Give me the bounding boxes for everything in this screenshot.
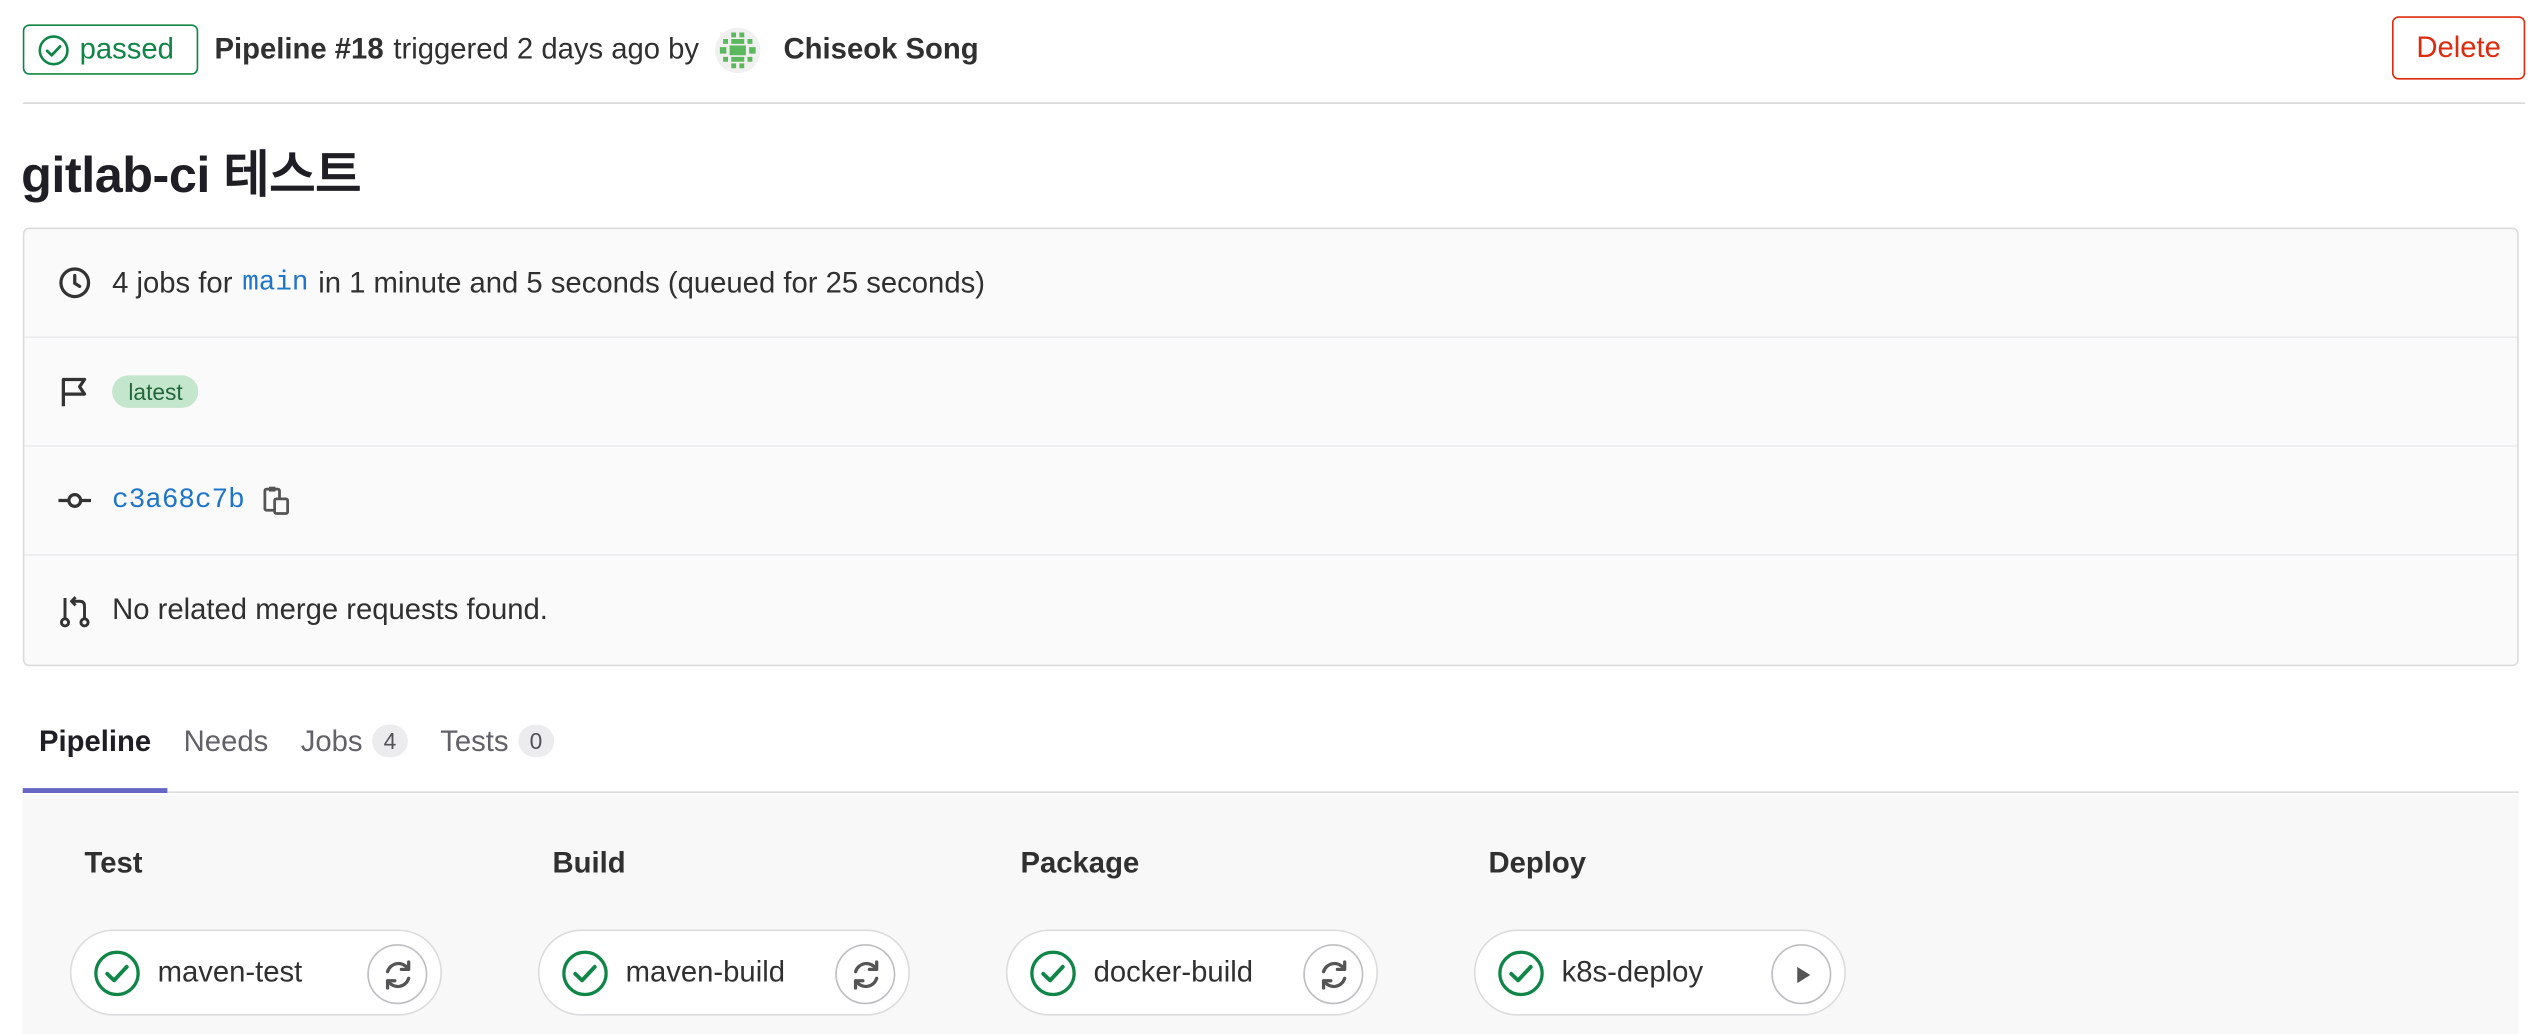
status-badge[interactable]: passed	[22, 24, 199, 75]
flag-icon	[61, 377, 87, 407]
retry-button[interactable]	[835, 944, 896, 1005]
commit-sha-link[interactable]: c3a68c7b	[112, 485, 245, 516]
play-icon	[1796, 966, 1810, 983]
stage-title: Test	[84, 846, 143, 880]
commit-row: c3a68c7b	[24, 447, 2518, 556]
success-status-icon	[1030, 949, 1076, 996]
pipeline-graph: Test maven-test Build maven-build Packag…	[22, 794, 2519, 1034]
stage-deploy: Deploy k8s-deploy	[1427, 795, 1895, 1034]
tab-label: Tests	[440, 723, 509, 757]
stage-test: Test maven-test	[23, 795, 491, 1034]
pipeline-info-card: 4 jobs for main in 1 minute and 5 second…	[22, 227, 2519, 667]
success-status-icon	[94, 949, 140, 996]
stage-build: Build maven-build	[491, 795, 959, 1034]
tab-label: Pipeline	[39, 723, 152, 757]
job-k8s-deploy[interactable]: k8s-deploy	[1473, 929, 1846, 1016]
merge-request-icon	[59, 595, 90, 627]
retry-icon	[853, 959, 878, 989]
retry-button[interactable]	[367, 944, 428, 1005]
copy-icon[interactable]	[261, 484, 290, 517]
tab-needs[interactable]: Needs	[167, 691, 284, 792]
jobs-summary-suffix: in 1 minute and 5 seconds (queued for 25…	[318, 265, 985, 299]
jobs-count-badge: 4	[372, 724, 408, 758]
retry-icon	[1321, 959, 1346, 989]
user-name[interactable]: Chiseok Song	[784, 33, 979, 67]
tab-tests[interactable]: Tests 0	[424, 691, 570, 792]
merge-requests-row: No related merge requests found.	[24, 556, 2517, 665]
tab-jobs[interactable]: Jobs 4	[284, 691, 423, 792]
commit-icon	[58, 493, 91, 508]
page-title: gitlab-ci 테스트	[21, 146, 361, 204]
job-name: docker-build	[1093, 955, 1253, 989]
clock-icon	[59, 267, 91, 299]
pipeline-header: passed Pipeline #18 triggered 2 days ago…	[22, 16, 2526, 104]
pipeline-info: Pipeline #18 triggered 2 days ago by Chi…	[215, 24, 979, 74]
job-maven-test[interactable]: maven-test	[69, 929, 442, 1016]
retry-button[interactable]	[1303, 944, 1364, 1005]
job-name: k8s-deploy	[1561, 955, 1704, 989]
tests-count-badge: 0	[518, 724, 554, 758]
pipeline-tabs: Pipeline Needs Jobs 4 Tests 0	[22, 691, 2519, 793]
success-status-icon	[1498, 949, 1544, 996]
ref-link[interactable]: main	[242, 267, 308, 298]
triggered-text: triggered 2 days ago by	[393, 32, 700, 66]
jobs-summary-prefix: 4 jobs for	[112, 265, 233, 299]
success-status-icon	[562, 949, 608, 996]
latest-badge: latest	[112, 375, 200, 408]
badges-row: latest	[24, 338, 2518, 447]
job-name: maven-test	[157, 955, 303, 989]
check-circle-icon	[38, 34, 69, 65]
tab-label: Needs	[183, 723, 269, 757]
job-maven-build[interactable]: maven-build	[537, 929, 910, 1016]
retry-icon	[385, 959, 410, 989]
job-docker-build[interactable]: docker-build	[1005, 929, 1378, 1016]
stage-title: Package	[1020, 846, 1140, 880]
duration-row: 4 jobs for main in 1 minute and 5 second…	[24, 229, 2518, 338]
job-name: maven-build	[625, 955, 785, 989]
stage-title: Deploy	[1488, 846, 1587, 880]
delete-button[interactable]: Delete	[2391, 16, 2526, 80]
stage-title: Build	[552, 846, 626, 880]
play-button[interactable]	[1771, 944, 1832, 1005]
user-avatar[interactable]	[715, 26, 761, 73]
tab-pipeline[interactable]: Pipeline	[22, 691, 168, 793]
merge-requests-text: No related merge requests found.	[112, 593, 548, 626]
stage-package: Package docker-build	[959, 795, 1427, 1034]
tab-label: Jobs	[300, 723, 363, 757]
pipeline-id: Pipeline #18	[214, 32, 384, 66]
status-text: passed	[79, 32, 174, 66]
